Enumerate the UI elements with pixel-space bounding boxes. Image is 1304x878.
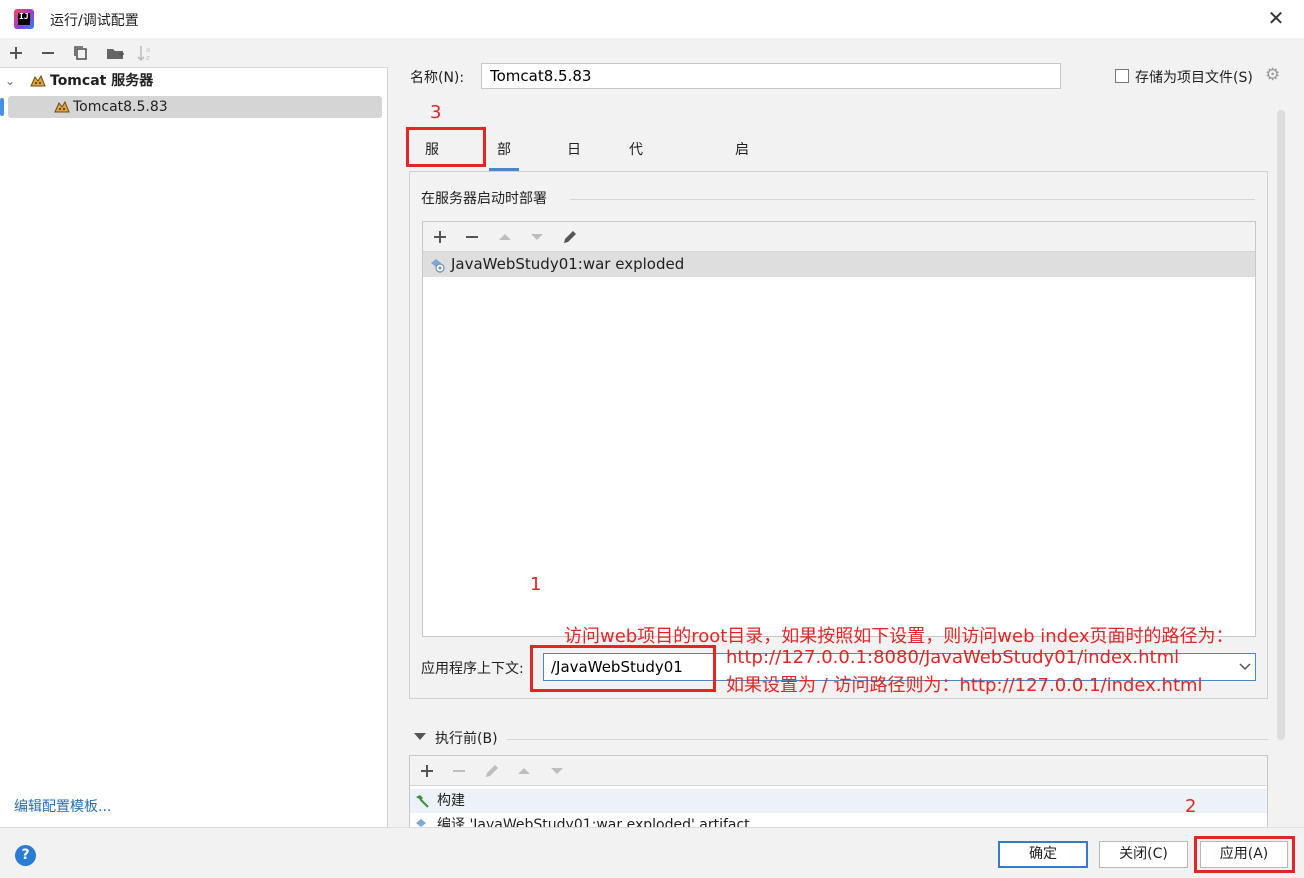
move-down-button[interactable] — [526, 226, 548, 248]
tree-group-label: Tomcat 服务器 — [50, 73, 154, 89]
remove-artifact-button[interactable] — [461, 226, 483, 248]
tab-deployment[interactable]: 部署 — [489, 133, 519, 192]
arrow-down-icon — [531, 234, 543, 240]
selection-marker — [0, 98, 4, 116]
dialog-button-bar: ? 确定 关闭(C) 应用(A) — [0, 827, 1304, 878]
apply-button[interactable]: 应用(A) — [1200, 841, 1288, 868]
config-tree-pane: az ⌄ Tomcat 服务器 Tomcat8.5.83 编辑配置模板... — [0, 38, 388, 827]
copy-config-button[interactable] — [70, 42, 92, 64]
minus-icon — [466, 236, 478, 238]
remove-config-button[interactable] — [37, 42, 59, 64]
sort-az-icon: az — [137, 46, 150, 62]
collapse-triangle-icon[interactable] — [414, 733, 426, 740]
edit-artifact-button[interactable] — [559, 226, 581, 248]
tree-item-label: Tomcat8.5.83 — [73, 99, 168, 115]
close-window-button[interactable]: ✕ — [1264, 6, 1288, 30]
annotation-number-3: 3 — [430, 102, 442, 123]
tree-group-tomcat[interactable]: ⌄ Tomcat 服务器 — [0, 70, 388, 92]
annotation-line-3: 如果设置为 / 访问路径则为：http://127.0.0.1/index.ht… — [726, 675, 1203, 696]
copy-icon — [74, 46, 87, 60]
add-task-button[interactable] — [416, 760, 438, 782]
config-editor: 名称(N): 存储为项目文件(S) ⚙ 服务器 部署 日志 代码覆盖率 启动/连… — [389, 38, 1304, 830]
title-bar: IJ 运行/调试配置 ✕ — [0, 0, 1304, 38]
name-input[interactable] — [481, 63, 1061, 89]
sort-button[interactable]: az — [135, 42, 157, 64]
before-launch-toolbar — [410, 756, 1267, 786]
chevron-down-icon[interactable] — [1238, 659, 1252, 673]
pencil-icon — [486, 765, 498, 777]
arrow-up-icon — [499, 234, 511, 240]
new-folder-button[interactable] — [104, 42, 126, 64]
tree-item-tomcat-8583[interactable]: Tomcat8.5.83 — [0, 96, 388, 118]
deploy-section-title: 在服务器启动时部署 — [421, 191, 547, 207]
tomcat-icon — [54, 100, 70, 113]
minus-icon — [453, 770, 465, 772]
section-divider — [507, 739, 1268, 740]
edit-config-templates-link[interactable]: 编辑配置模板... — [14, 796, 111, 816]
pencil-icon — [564, 231, 576, 243]
hammer-icon — [416, 795, 429, 808]
name-label: 名称(N): — [410, 70, 465, 86]
edit-task-button[interactable] — [481, 760, 503, 782]
move-up-button[interactable] — [494, 226, 516, 248]
before-launch-item[interactable]: 构建 — [410, 789, 1267, 813]
intellij-logo-icon: IJ — [14, 9, 34, 29]
config-tree-toolbar: az — [0, 38, 388, 68]
annotation-line-1: 访问web项目的root目录，如果按照如下设置，则访问web index页面时的… — [564, 626, 1234, 647]
plus-icon — [434, 231, 446, 243]
tomcat-icon — [30, 74, 46, 87]
folder-add-icon — [107, 49, 124, 59]
deploy-toolbar — [423, 222, 1255, 252]
annotation-line-2: http://127.0.0.1:8080/JavaWebStudy01/ind… — [726, 647, 1180, 668]
close-button[interactable]: 关闭(C) — [1099, 841, 1188, 868]
gear-icon[interactable]: ⚙ — [1265, 66, 1283, 84]
plus-icon — [10, 47, 22, 59]
deploy-artifacts-list: JavaWebStudy01:war exploded — [422, 221, 1256, 637]
svg-text:z: z — [146, 54, 150, 62]
remove-task-button[interactable] — [448, 760, 470, 782]
arrow-up-icon — [518, 768, 530, 774]
plus-icon — [421, 765, 433, 777]
chevron-down-icon: ⌄ — [5, 74, 16, 88]
scrollbar[interactable] — [1277, 110, 1285, 740]
ok-button[interactable]: 确定 — [998, 841, 1088, 868]
svg-text:a: a — [146, 46, 150, 54]
annotation-number-2: 2 — [1185, 796, 1197, 817]
before-launch-list: 构建 编译 'JavaWebStudy01:war exploded' arti… — [409, 755, 1268, 830]
help-icon[interactable]: ? — [15, 845, 36, 866]
artifact-row[interactable]: JavaWebStudy01:war exploded — [423, 252, 1255, 277]
app-context-label: 应用程序上下文: — [421, 661, 524, 677]
store-as-project-file-label: 存储为项目文件(S) — [1135, 70, 1253, 86]
minus-icon — [42, 52, 54, 54]
window-title: 运行/调试配置 — [50, 13, 139, 29]
before-launch-item-label: 构建 — [437, 793, 465, 809]
store-as-project-file-checkbox[interactable] — [1115, 69, 1129, 83]
add-artifact-button[interactable] — [429, 226, 451, 248]
annotation-number-1: 1 — [530, 574, 542, 595]
artifact-icon — [431, 259, 445, 273]
section-divider — [570, 199, 1255, 200]
tab-startup-connection[interactable]: 启动/连接 — [727, 133, 762, 260]
tab-logs[interactable]: 日志 — [559, 133, 589, 192]
move-up-button[interactable] — [513, 760, 535, 782]
before-launch-title[interactable]: 执行前(B) — [435, 728, 498, 748]
move-down-button[interactable] — [546, 760, 568, 782]
tab-server[interactable]: 服务器 — [417, 133, 447, 226]
artifact-label: JavaWebStudy01:war exploded — [451, 255, 685, 273]
add-config-button[interactable] — [5, 42, 27, 64]
arrow-down-icon — [551, 768, 563, 774]
tab-code-coverage[interactable]: 代码覆盖率 — [621, 133, 651, 294]
deployment-panel: 在服务器启动时部署 JavaWebStudy01:war exploded 应用… — [409, 171, 1268, 699]
